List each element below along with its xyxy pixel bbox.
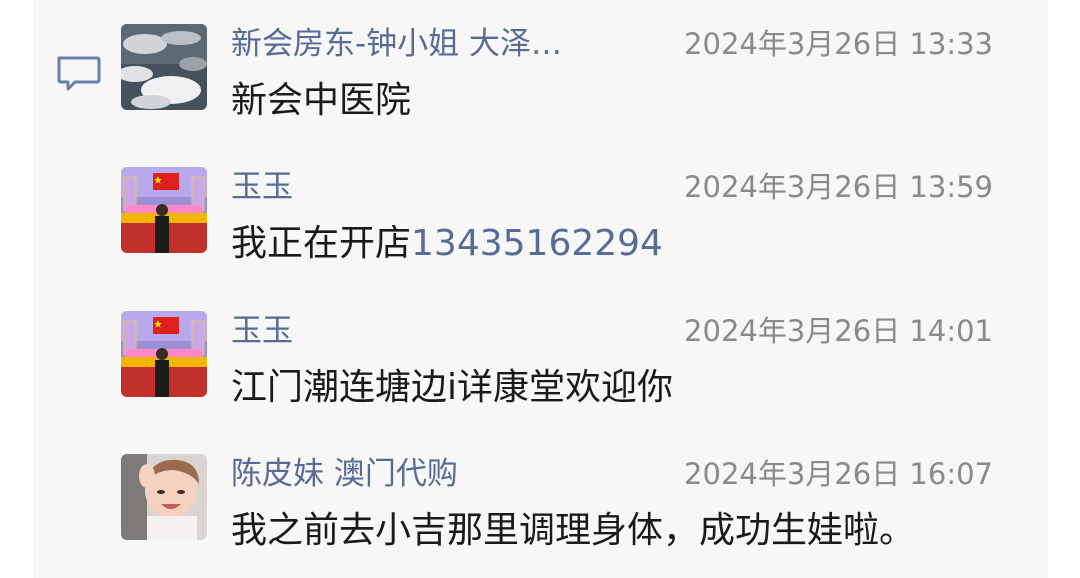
commenter-name[interactable]: 陈皮妹 澳门代购	[231, 454, 458, 494]
comment-text-content: 江门潮连塘边i详康堂欢迎你	[231, 367, 674, 408]
commenter-name[interactable]: 玉玉	[231, 311, 293, 351]
comment-text: 我正在开店13435162294	[231, 222, 663, 266]
flag-gate-avatar[interactable]	[121, 167, 207, 253]
commenter-name[interactable]: 玉玉	[231, 167, 293, 207]
child-photo-avatar[interactable]	[121, 454, 207, 540]
comments-panel: 新会房东-钟小姐 大泽… 2024年3月26日 13:33 新会中医院 玉玉 2…	[33, 0, 1048, 578]
comment-text-content: 新会中医院	[231, 80, 412, 121]
comment-item[interactable]: 玉玉 2024年3月26日 14:01 江门潮连塘边i详康堂欢迎你	[121, 311, 1041, 421]
sky-clouds-avatar[interactable]	[121, 24, 207, 110]
comment-item[interactable]: 新会房东-钟小姐 大泽… 2024年3月26日 13:33 新会中医院	[121, 24, 1041, 134]
comment-item[interactable]: 陈皮妹 澳门代购 2024年3月26日 16:07 我之前去小吉那里调理身体，成…	[121, 454, 1041, 564]
comment-time: 2024年3月26日 13:33	[684, 27, 993, 61]
comment-item[interactable]: 玉玉 2024年3月26日 13:59 我正在开店13435162294	[121, 167, 1041, 277]
flag-gate-avatar[interactable]	[121, 311, 207, 397]
comment-text: 我之前去小吉那里调理身体，成功生娃啦。	[231, 509, 915, 553]
comment-text-content: 我正在开店	[231, 223, 412, 264]
phone-number-link[interactable]: 13435162294	[411, 223, 663, 264]
comment-time: 2024年3月26日 16:07	[684, 457, 993, 491]
comment-text-content: 我之前去小吉那里调理身体，成功生娃啦。	[231, 510, 916, 551]
comment-time: 2024年3月26日 13:59	[684, 170, 993, 204]
comment-time: 2024年3月26日 14:01	[684, 314, 993, 348]
comment-text: 新会中医院	[231, 79, 411, 123]
comment-bubble-icon	[55, 54, 103, 96]
comment-text: 江门潮连塘边i详康堂欢迎你	[231, 366, 673, 410]
commenter-name[interactable]: 新会房东-钟小姐 大泽…	[231, 24, 562, 64]
